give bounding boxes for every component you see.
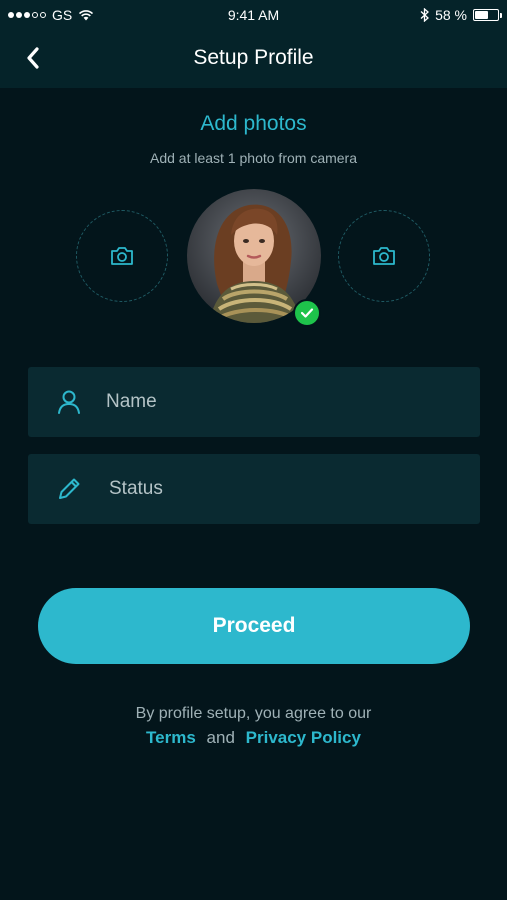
pencil-icon xyxy=(59,478,80,499)
photo-selected-badge xyxy=(293,299,321,327)
privacy-policy-link[interactable]: Privacy Policy xyxy=(246,728,361,747)
add-photos-subtitle: Add at least 1 photo from camera xyxy=(150,150,357,166)
status-right: 58 % xyxy=(420,7,502,23)
add-photos-title: Add photos xyxy=(200,112,307,135)
terms-text: By profile setup, you agree to our xyxy=(135,705,372,722)
status-field[interactable] xyxy=(28,454,480,524)
terms-links: Terms and Privacy Policy xyxy=(0,728,507,748)
terms-link[interactable]: Terms xyxy=(146,728,196,747)
name-field[interactable] xyxy=(28,367,480,437)
status-bar: GS 9:41 AM 58 % xyxy=(0,0,507,30)
name-input[interactable] xyxy=(106,367,466,437)
proceed-button[interactable]: Proceed xyxy=(38,588,470,664)
camera-icon xyxy=(373,247,395,265)
battery-percent: 58 % xyxy=(435,7,467,23)
camera-icon xyxy=(111,247,133,265)
check-icon xyxy=(300,308,314,318)
photo-slot-right[interactable] xyxy=(338,210,430,302)
bluetooth-icon xyxy=(420,8,430,22)
nav-bar: Setup Profile xyxy=(0,30,507,88)
terms-connector: and xyxy=(206,728,235,747)
user-icon xyxy=(58,390,80,414)
page-title: Setup Profile xyxy=(193,46,314,69)
photo-slot-left[interactable] xyxy=(76,210,168,302)
battery-icon xyxy=(473,9,502,21)
status-input[interactable] xyxy=(109,454,469,524)
